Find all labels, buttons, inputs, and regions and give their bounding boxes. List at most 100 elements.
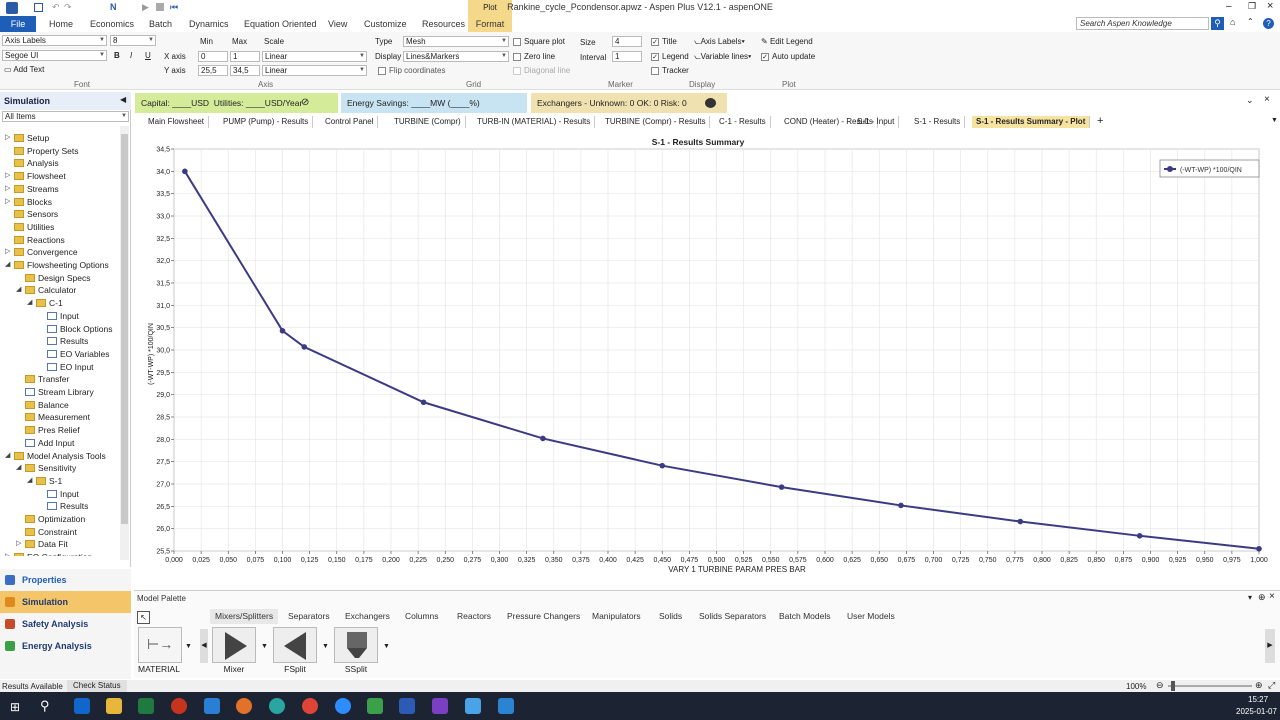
pin-icon[interactable]: ▾ xyxy=(1248,593,1252,602)
x-min-input[interactable]: 0 xyxy=(198,51,228,62)
title-checkbox[interactable]: ✓ Title xyxy=(651,37,677,46)
tab-turb-in-results[interactable]: TURB-IN (MATERIAL) - Results xyxy=(473,116,596,128)
variable-lines-button[interactable]: ⦦Variable lines▾ xyxy=(694,52,751,62)
tree-item[interactable]: Utilities xyxy=(14,221,54,233)
italic-button[interactable]: I xyxy=(130,51,132,60)
chevron-down-icon[interactable]: ▼ xyxy=(383,643,390,650)
tree-item[interactable]: EO Variables xyxy=(47,348,109,360)
tab-mixers-splitters[interactable]: Mixers/Splitters xyxy=(210,609,279,624)
firefox-icon[interactable] xyxy=(236,698,252,714)
add-tab-icon[interactable]: + xyxy=(1097,115,1103,127)
grid-display-select[interactable]: Lines&Markers ▼ xyxy=(403,51,509,62)
collapse-icon[interactable]: ◢ xyxy=(27,475,32,487)
excel-icon[interactable] xyxy=(138,698,154,714)
tree-scrollbar[interactable] xyxy=(120,126,129,560)
tree-item[interactable]: ▷ Blocks xyxy=(5,196,52,208)
file-explorer-icon[interactable] xyxy=(106,698,122,714)
tab-exchangers[interactable]: Exchangers xyxy=(345,609,390,624)
select-mode-icon[interactable]: ↖ xyxy=(137,611,150,624)
tree-item[interactable]: Analysis xyxy=(14,157,59,169)
search-icon[interactable]: ⚲ xyxy=(1211,17,1224,30)
unpin-icon[interactable]: ⊕ xyxy=(1258,592,1266,603)
tab-s1-results-summary-plot[interactable]: S-1 - Results Summary - Plot xyxy=(972,116,1091,128)
windows-start-icon[interactable]: ⊞ xyxy=(10,700,20,714)
scrollbar-thumb[interactable] xyxy=(121,134,128,524)
scroll-right-icon[interactable]: ▶ xyxy=(1265,629,1275,663)
tab-home[interactable]: Home xyxy=(43,16,79,32)
tab-manipulators[interactable]: Manipulators xyxy=(592,609,641,624)
tab-batch[interactable]: Batch xyxy=(143,16,178,32)
tab-turbine-results[interactable]: TURBINE (Compr) - Results xyxy=(601,116,711,128)
tree-item[interactable]: ▷ Streams xyxy=(5,183,59,195)
tab-reactors[interactable]: Reactors xyxy=(457,609,491,624)
zoom-app-icon[interactable] xyxy=(335,698,351,714)
x-scale-select[interactable]: Linear ▼ xyxy=(262,51,367,62)
help-icon[interactable]: ? xyxy=(1263,18,1274,29)
close-palette-icon[interactable]: × xyxy=(1269,591,1275,602)
aspen-plus-icon[interactable] xyxy=(465,698,481,714)
tab-dynamics[interactable]: Dynamics xyxy=(183,16,235,32)
tree-item[interactable]: Design Specs xyxy=(25,272,90,284)
tab-control-panel[interactable]: Control Panel xyxy=(321,116,379,128)
chevron-down-icon[interactable]: ▼ xyxy=(185,643,192,650)
tree-item[interactable]: ◢ S-1 xyxy=(27,475,62,487)
tree-item[interactable]: ▷ Setup xyxy=(5,132,49,144)
collapse-icon[interactable]: ◢ xyxy=(27,297,32,309)
word-icon[interactable] xyxy=(399,698,415,714)
close-strip-icon[interactable]: × xyxy=(1264,94,1270,105)
chevron-down-icon[interactable]: ⌄ xyxy=(1246,95,1254,106)
fit-icon[interactable]: ⤢ xyxy=(1268,680,1275,691)
expand-icon[interactable]: ▷ xyxy=(5,551,10,556)
marker-size-spinner[interactable]: 4 xyxy=(612,36,642,47)
tree-item[interactable]: Property Sets xyxy=(14,145,79,157)
zero-line-checkbox[interactable]: Zero line xyxy=(513,52,555,61)
tree-item[interactable]: Block Options xyxy=(47,323,112,335)
edge-icon[interactable] xyxy=(269,698,285,714)
tree-item[interactable]: EO Input xyxy=(47,361,94,373)
tab-separators[interactable]: Separators xyxy=(288,609,330,624)
square-plot-checkbox[interactable]: Square plot xyxy=(513,37,565,46)
tree-item[interactable]: ◢ Flowsheeting Options xyxy=(5,259,109,271)
tab-equation-oriented[interactable]: Equation Oriented xyxy=(238,16,323,32)
tree-item[interactable]: Constraint xyxy=(25,526,77,538)
tab-economics[interactable]: Economics xyxy=(84,16,140,32)
tree-item[interactable]: ▷ Convergence xyxy=(5,246,78,258)
tree-item[interactable]: Input xyxy=(47,310,79,322)
mixer-item[interactable] xyxy=(212,627,256,663)
search-knowledge-input[interactable]: Search Aspen Knowledge xyxy=(1076,17,1209,30)
marker-interval-spinner[interactable]: 1 xyxy=(612,51,642,62)
tree-item[interactable]: Measurement xyxy=(25,411,90,423)
nav-energy-analysis[interactable]: Energy Analysis xyxy=(0,635,131,657)
tab-list-icon[interactable]: ▼ xyxy=(1271,117,1278,124)
nav-safety-analysis[interactable]: Safety Analysis xyxy=(0,613,131,635)
chrome-icon[interactable] xyxy=(302,698,318,714)
home-icon[interactable]: ⌂ xyxy=(1230,17,1235,27)
bold-button[interactable]: B xyxy=(114,51,120,60)
results-summary-plot[interactable]: S-1 - Results Summary 0,000 0,025 0,050 0,0… xyxy=(134,128,1280,578)
expand-icon[interactable]: ▷ xyxy=(5,132,10,144)
tab-pump-results[interactable]: PUMP (Pump) - Results xyxy=(219,116,314,128)
font-target-select[interactable]: Axis Labels ▼ xyxy=(2,35,107,46)
ssplit-item[interactable] xyxy=(334,627,378,663)
check-status-button[interactable]: Check Status xyxy=(67,680,127,692)
axis-labels-button[interactable]: ⦦Axis Labels▾ xyxy=(694,37,745,47)
tab-s1-input[interactable]: S-1 - Input xyxy=(853,116,900,128)
fsplit-item[interactable] xyxy=(273,627,317,663)
tree-item[interactable]: ▷ EO Configuration xyxy=(5,551,92,556)
tab-format[interactable]: Format xyxy=(468,16,512,32)
tab-user-models[interactable]: User Models xyxy=(847,609,895,624)
charts-app-icon[interactable] xyxy=(367,698,383,714)
expand-icon[interactable]: ▷ xyxy=(5,196,10,208)
legend-checkbox[interactable]: ✓ Legend xyxy=(651,52,689,61)
tree-item[interactable]: Balance xyxy=(25,399,69,411)
search-icon[interactable]: ⚲ xyxy=(40,698,50,714)
tab-batch-models[interactable]: Batch Models xyxy=(779,609,831,624)
tab-pressure-changers[interactable]: Pressure Changers xyxy=(507,609,580,624)
aspen-properties-icon[interactable] xyxy=(498,698,514,714)
collapse-pane-icon[interactable]: ◀ xyxy=(120,95,126,104)
edit-legend-button[interactable]: ✎ Edit Legend xyxy=(761,37,813,46)
expand-icon[interactable]: ▷ xyxy=(5,246,10,258)
grid-type-select[interactable]: Mesh ▼ xyxy=(403,36,509,47)
close-icon[interactable]: × xyxy=(1267,0,1273,12)
tree-item[interactable]: ▷ Data Fit xyxy=(16,538,68,550)
